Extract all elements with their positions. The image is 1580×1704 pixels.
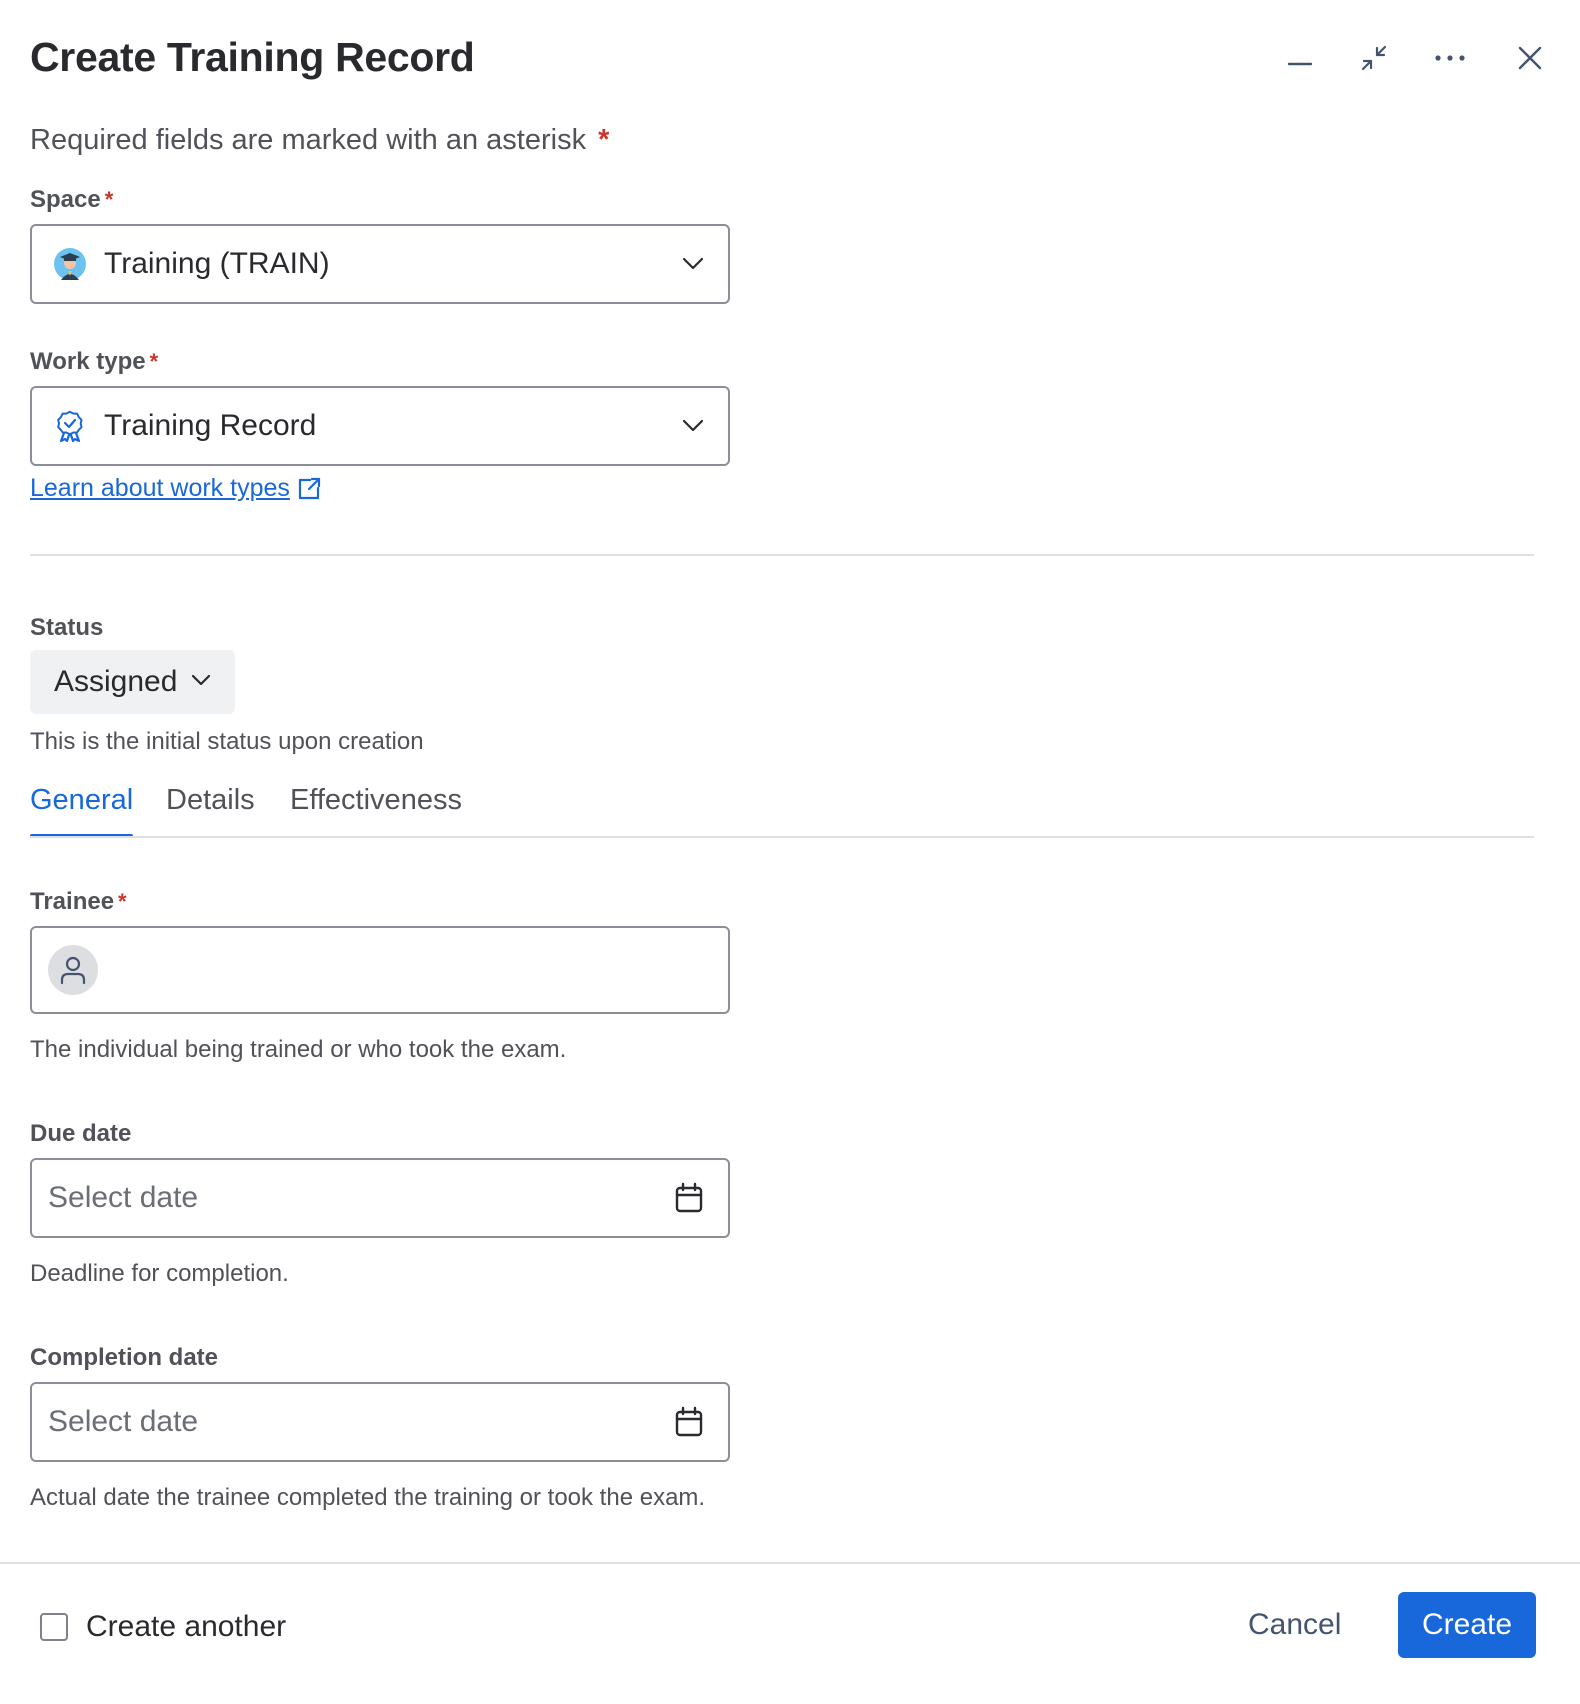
create-another-toggle[interactable]: Create another [40,1610,286,1644]
create-another-label: Create another [86,1610,287,1643]
collapse-icon [1359,43,1389,73]
external-link-icon [296,476,322,502]
close-button[interactable] [1502,30,1558,86]
chevron-down-icon [678,249,708,279]
required-asterisk: * [598,124,610,156]
status-dropdown-button[interactable]: Assigned [30,650,236,714]
create-button[interactable]: Create [1398,1592,1536,1658]
create-another-checkbox[interactable] [40,1613,68,1641]
completion-date-field[interactable]: Select date [30,1382,730,1462]
calendar-icon[interactable] [674,1182,704,1214]
dialog-footer: Create another Cancel Create [0,1564,1580,1704]
status-value: Assigned [54,665,178,698]
learn-about-work-types-link[interactable]: Learn about work types [30,474,322,503]
minimize-icon [1286,44,1314,72]
required-note-text: Required fields are marked with an aster… [30,124,587,156]
tab-details[interactable]: Details [166,784,255,838]
trainee-label: Trainee * [30,888,127,916]
work-type-select[interactable]: Training Record [30,386,730,466]
learn-link-text: Learn about work types [30,474,290,502]
close-icon [1517,45,1543,71]
required-asterisk: * [149,349,159,374]
tab-general[interactable]: General [30,784,134,838]
completion-date-label: Completion date [30,1344,219,1371]
graduate-avatar-icon [52,246,88,282]
work-type-label: Work type * [30,348,158,376]
cancel-button[interactable]: Cancel [1228,1592,1361,1658]
chevron-down-icon [191,673,211,691]
more-options-button[interactable] [1422,30,1478,86]
chevron-down-icon [678,411,708,441]
user-avatar-icon [48,945,98,995]
due-date-placeholder: Select date [48,1181,199,1214]
required-fields-note: Required fields are marked with an aster… [30,124,609,157]
form-tabs: General Details Effectiveness [30,784,1534,838]
status-helper-text: This is the initial status upon creation [30,728,424,755]
status-label: Status [30,614,104,641]
work-type-value: Training Record [104,409,317,442]
space-value: Training (TRAIN) [104,247,330,280]
due-date-field[interactable]: Select date [30,1158,730,1238]
more-icon [1433,53,1467,63]
space-label: Space * [30,186,113,214]
collapse-button[interactable] [1346,30,1402,86]
completion-date-helper-text: Actual date the trainee completed the tr… [30,1484,706,1511]
calendar-icon[interactable] [674,1406,704,1438]
trainee-picker[interactable] [30,926,730,1014]
space-select[interactable]: Training (TRAIN) [30,224,730,304]
create-training-record-dialog: Create Training Record Required fields a… [0,0,1580,1704]
trainee-helper-text: The individual being trained or who took… [30,1036,567,1063]
completion-date-placeholder: Select date [48,1405,199,1438]
tab-effectiveness[interactable]: Effectiveness [290,784,462,838]
due-date-helper-text: Deadline for completion. [30,1260,289,1287]
badge-icon [52,408,88,444]
work-type-label-text: Work type [30,348,146,375]
tabs-divider [30,836,1534,838]
trainee-label-text: Trainee [30,888,115,915]
section-divider [30,554,1534,556]
required-asterisk: * [104,187,114,212]
dialog-header: Create Training Record [30,30,1550,90]
minimize-button[interactable] [1272,30,1328,86]
required-asterisk: * [118,889,127,914]
dialog-title: Create Training Record [30,34,475,80]
due-date-label: Due date [30,1120,132,1147]
space-label-text: Space [30,186,101,213]
